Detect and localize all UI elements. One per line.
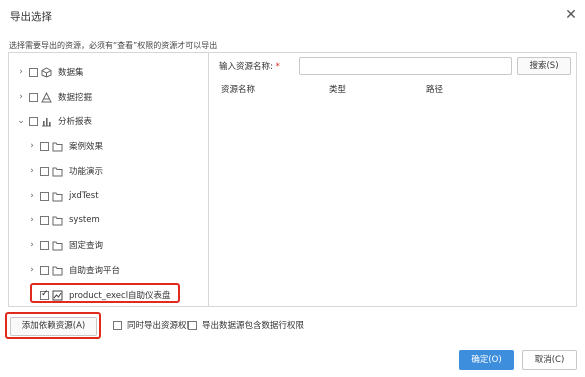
export-permission-checkbox[interactable] [113,320,122,330]
tree-node-label: system [69,215,100,225]
tree-node-label: 分析报表 [58,117,93,127]
resource-tree: › 数据集 › 数据挖掘 ⌄ 分析报表 › 案例效果 › 功能演示 › jxdT… [9,53,209,306]
dialog-title: 导出选择 [10,11,52,23]
export-permission-option[interactable]: 同时导出资源权限 [113,318,195,332]
search-input[interactable] [299,57,512,75]
ok-button[interactable]: 确定(O) [459,350,514,370]
tree-checkbox[interactable] [40,141,49,151]
tree-node-folder[interactable]: › 固定查询 [28,237,103,253]
expand-icon[interactable]: › [28,240,36,250]
expand-icon[interactable]: › [28,141,36,151]
dataset-icon [41,66,52,78]
folder-icon [52,241,63,250]
tree-checkbox[interactable] [29,116,38,126]
tree-checkbox[interactable] [40,215,49,225]
tree-node-mining[interactable]: › 数据挖掘 [17,89,92,105]
report-icon [42,117,51,126]
tree-checkbox[interactable] [40,240,49,250]
column-header-type[interactable]: 类型 [329,83,346,95]
tree-node-label: 数据集 [58,68,84,78]
expand-icon[interactable]: › [28,191,36,201]
tree-node-label: 案例效果 [69,142,104,152]
folder-icon [52,216,63,225]
option-label: 导出数据源包含数据行权限 [202,321,305,331]
tree-checkbox[interactable] [29,92,38,102]
expand-icon[interactable]: › [28,265,36,275]
cancel-button[interactable]: 取消(C) [522,350,577,370]
expand-icon[interactable]: › [28,215,36,225]
tree-node-label: 数据挖掘 [58,93,93,103]
mining-icon [41,91,52,102]
tree-node-folder[interactable]: › 功能演示 [28,163,103,179]
column-header-path[interactable]: 路径 [426,83,443,95]
tree-checkbox[interactable] [29,67,38,77]
title-bar: 导出选择 ✕ [0,0,585,32]
add-dependency-button[interactable]: 添加依赖资源(A) [10,317,97,336]
tree-node-folder[interactable]: › 自助查询平台 [28,262,120,278]
tree-node-report[interactable]: ⌄ 分析报表 [17,113,92,129]
export-row-permission-checkbox[interactable] [188,320,197,330]
tree-node-label: 固定查询 [69,241,104,251]
folder-icon [52,142,63,151]
expand-icon[interactable]: › [28,166,36,176]
tree-node-dataset[interactable]: › 数据集 [17,64,84,80]
search-label: 输入资源名称: * [219,62,280,72]
tree-node-folder[interactable]: › 案例效果 [28,138,103,154]
expand-icon[interactable]: › [17,67,25,77]
expand-icon[interactable]: › [17,92,25,102]
export-select-dialog: 导出选择 ✕ 选择需要导出的资源，必须有“查看”权限的资源才可以导出 › 数据集… [0,0,585,377]
collapse-icon[interactable]: ⌄ [17,116,25,126]
tree-node-folder[interactable]: › system [28,212,100,228]
highlight-box [30,283,180,303]
folder-icon [52,192,63,201]
tree-checkbox[interactable] [40,265,49,275]
close-icon[interactable]: ✕ [562,6,580,24]
tree-checkbox[interactable] [40,166,49,176]
tree-node-folder[interactable]: › jxdTest [28,188,99,204]
tree-node-label: 功能演示 [69,167,104,177]
resource-panel: › 数据集 › 数据挖掘 ⌄ 分析报表 › 案例效果 › 功能演示 › jxdT… [8,52,577,307]
search-results-area: 输入资源名称: * 搜索(S) 资源名称 类型 路径 [210,53,576,306]
folder-icon [52,266,63,275]
tree-node-label: jxdTest [69,191,99,201]
instruction-text: 选择需要导出的资源，必须有“查看”权限的资源才可以导出 [9,41,218,50]
tree-checkbox[interactable] [40,191,49,201]
folder-icon [52,167,63,176]
search-button[interactable]: 搜索(S) [517,57,571,75]
option-label: 同时导出资源权限 [127,321,196,331]
required-mark: * [275,62,280,72]
column-header-name[interactable]: 资源名称 [221,83,255,95]
export-row-permission-option[interactable]: 导出数据源包含数据行权限 [188,318,304,332]
tree-node-label: 自助查询平台 [69,266,121,276]
